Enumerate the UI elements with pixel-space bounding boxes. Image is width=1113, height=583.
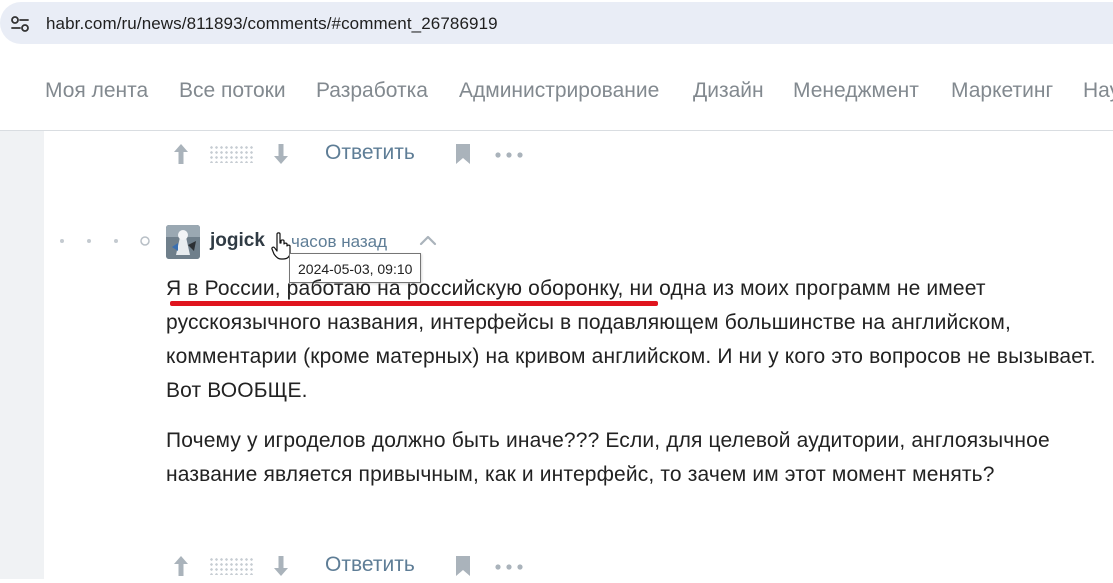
hand-cursor-icon — [271, 232, 291, 260]
more-options-icon[interactable] — [495, 564, 523, 570]
nav-item-management[interactable]: Менеджмент — [793, 79, 919, 103]
url-field[interactable]: habr.com/ru/news/811893/comments/#commen… — [0, 2, 1113, 44]
bookmark-icon[interactable] — [455, 143, 471, 165]
nav-item-my-feed[interactable]: Моя лента — [45, 79, 148, 103]
nav-item-all-streams[interactable]: Все потоки — [179, 79, 286, 103]
comment-time[interactable]: часов назад — [291, 232, 387, 252]
rating-score — [209, 557, 255, 575]
hub-navigation: Моя лента Все потоки Разработка Админист… — [0, 52, 1113, 131]
thread-level-dots-icon — [60, 236, 150, 246]
more-options-icon[interactable] — [495, 152, 523, 158]
red-underline-annotation — [170, 301, 658, 306]
avatar-image — [166, 225, 200, 259]
bookmark-icon[interactable] — [455, 555, 471, 577]
reply-link[interactable]: Ответить — [325, 553, 415, 577]
nav-item-marketing[interactable]: Маркетинг — [951, 79, 1053, 103]
reply-link[interactable]: Ответить — [325, 141, 415, 165]
browser-address-bar: habr.com/ru/news/811893/comments/#commen… — [0, 0, 1113, 47]
downvote-arrow-icon[interactable] — [273, 143, 289, 165]
nav-item-science[interactable]: Нау — [1083, 79, 1113, 103]
chevron-up-icon[interactable] — [419, 234, 437, 246]
upvote-arrow-icon[interactable] — [173, 555, 189, 577]
left-gutter — [0, 131, 44, 579]
comment-paragraph: Я в России, работаю на российскую оборон… — [166, 277, 1096, 402]
downvote-arrow-icon[interactable] — [273, 555, 289, 577]
site-settings-icon[interactable] — [11, 16, 29, 32]
url-text: habr.com/ru/news/811893/comments/#commen… — [46, 14, 498, 33]
avatar[interactable] — [166, 225, 200, 259]
nav-item-administration[interactable]: Администрирование — [459, 79, 659, 103]
previous-comment-actions: Ответить — [165, 135, 565, 171]
comment-paragraph: Почему у игроделов должно быть иначе??? … — [166, 429, 1050, 486]
comment-author[interactable]: jogick — [210, 230, 265, 252]
nav-item-development[interactable]: Разработка — [316, 79, 428, 103]
upvote-arrow-icon[interactable] — [173, 143, 189, 165]
comment-actions: Ответить — [165, 547, 565, 583]
nav-item-design[interactable]: Дизайн — [693, 79, 764, 103]
rating-score — [209, 145, 255, 163]
